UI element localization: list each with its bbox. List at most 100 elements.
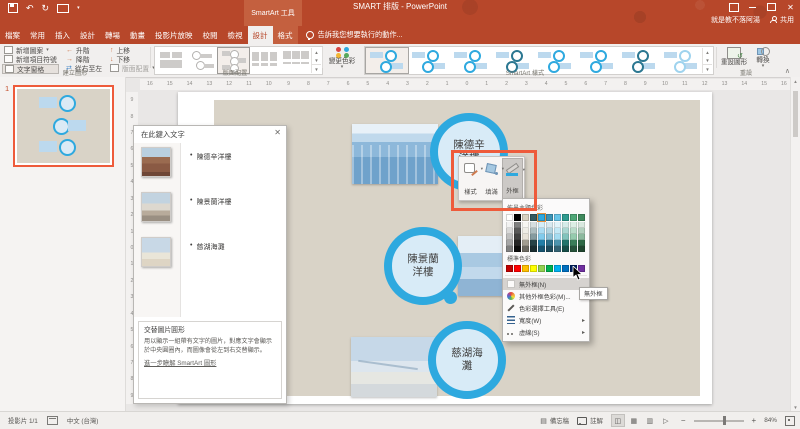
menu-item-weight[interactable]: 寬度(W)▸ [503,314,589,326]
smartart-style-option-6[interactable] [576,48,618,73]
standard-color-swatch-4[interactable] [530,265,537,272]
gallery-scroll-up-icon[interactable]: ▲ [312,48,321,56]
theme-color-swatch-5[interactable] [538,214,545,221]
smartart-style-option-2[interactable] [408,48,450,73]
theme-shade-swatch[interactable] [570,246,577,252]
text-pane-item-2[interactable]: •陳景蘭洋樓 [190,197,231,207]
tab-main-1[interactable]: 插入 [50,26,75,44]
standard-color-swatch-3[interactable] [522,265,529,272]
tab-main-4[interactable]: 動畫 [125,26,150,44]
language-label[interactable]: 中文 (台灣) [67,416,99,425]
share-button[interactable]: 共用 [770,15,794,25]
standard-color-swatch-8[interactable] [562,265,569,272]
close-button[interactable]: ✕ [781,0,800,14]
tab-contextual-0[interactable]: 設計 [248,26,273,44]
smartart-picture-3[interactable] [351,337,437,397]
reading-view-button[interactable]: ▥ [643,414,657,427]
tab-main-3[interactable]: 轉場 [100,26,125,44]
theme-shade-swatch[interactable] [538,246,545,252]
restore-button[interactable] [762,0,781,14]
text-pane-thumbnail-1[interactable] [141,147,171,177]
start-slideshow-icon[interactable] [57,4,69,13]
zoom-level[interactable]: 84% [764,417,777,424]
learn-more-link[interactable]: 進一步瞭解 SmartArt 圖形 [144,359,276,368]
text-pane-item-1[interactable]: •陳德辛洋樓 [190,152,231,162]
collapse-ribbon-icon[interactable]: ∧ [785,67,790,75]
theme-color-swatch-3[interactable] [522,214,529,221]
smartart-picture-1[interactable] [352,124,438,184]
theme-shade-swatch[interactable] [522,246,529,252]
tab-main-7[interactable]: 檢視 [223,26,248,44]
theme-shade-swatch[interactable] [554,246,561,252]
redo-icon[interactable]: ↻ [42,4,50,13]
text-pane-thumbnail-2[interactable] [141,192,171,222]
theme-shade-swatch[interactable] [578,246,585,252]
tab-main-0[interactable]: 常用 [25,26,50,44]
theme-shade-swatch[interactable] [514,246,521,252]
menu-item-eyedropper[interactable]: 色彩選擇工具(E) [503,302,589,314]
theme-shade-swatch[interactable] [506,246,513,252]
shape-style-button[interactable]: ▾ 樣式 [461,158,481,199]
shape-fill-button[interactable]: ▾ 填滿 [481,158,501,199]
scrollbar-thumb[interactable] [793,91,798,137]
zoom-slider-thumb[interactable] [723,416,726,425]
add-bullet-button[interactable]: 新增項目符號 [2,55,59,64]
text-pane-item-3[interactable]: •慈湖海灘 [190,242,224,252]
tab-main-5[interactable]: 投影片放映 [150,26,198,44]
tab-main-6[interactable]: 校閱 [198,26,223,44]
tab-contextual-1[interactable]: 格式 [273,26,298,44]
smartart-style-option-1[interactable] [366,48,408,73]
user-name[interactable]: 就是教不落阿湯 [711,15,760,25]
ribbon-display-options-button[interactable] [724,0,743,14]
gallery-scroll-down-icon[interactable]: ▼ [703,56,712,64]
smartart-style-option-7[interactable] [618,48,660,73]
smartart-style-option-8[interactable] [660,48,702,73]
theme-color-swatch-7[interactable] [554,214,561,221]
standard-color-swatch-1[interactable] [506,265,513,272]
smartart-node-3[interactable]: 慈湖海灘 [428,321,506,399]
text-pane-thumbnail-3[interactable] [141,237,171,267]
theme-color-swatch-9[interactable] [570,214,577,221]
standard-color-swatch-7[interactable] [554,265,561,272]
gallery-more-icon[interactable]: ▼ [703,64,712,73]
fit-to-window-icon[interactable] [785,416,795,426]
minimize-button[interactable] [743,0,762,14]
close-icon[interactable]: ✕ [274,129,281,137]
theme-color-swatch-1[interactable] [506,214,513,221]
theme-color-swatch-6[interactable] [546,214,553,221]
menu-item-palette[interactable]: 其他外框色彩(M)... [503,290,589,302]
undo-icon[interactable]: ↶ [26,4,34,13]
tab-file[interactable]: 檔案 [0,26,25,44]
scroll-down-icon[interactable]: ▼ [791,405,800,410]
standard-color-swatch-5[interactable] [538,265,545,272]
save-icon[interactable] [8,3,18,13]
gallery-scroll-down-icon[interactable]: ▼ [312,56,321,64]
zoom-out-button[interactable]: − [681,416,686,425]
notes-button[interactable]: ▤備忘稿 [540,416,569,425]
standard-color-swatch-6[interactable] [546,265,553,272]
change-colors-button[interactable]: 變更色彩 ▾ [324,46,360,75]
customize-qat-icon[interactable]: ▾ [77,6,80,11]
theme-color-swatch-8[interactable] [562,214,569,221]
smartart-connector-dot[interactable] [444,291,457,304]
normal-view-button[interactable]: ◫ [611,414,625,427]
zoom-in-button[interactable]: + [752,416,757,425]
gallery-more-icon[interactable]: ▼ [312,64,321,73]
gallery-scroll-up-icon[interactable]: ▲ [703,48,712,56]
theme-color-swatch-2[interactable] [514,214,521,221]
standard-color-swatch-2[interactable] [514,265,521,272]
theme-color-swatch-4[interactable] [530,214,537,221]
scroll-up-icon[interactable]: ▲ [791,79,800,84]
theme-shade-swatch[interactable] [530,246,537,252]
tab-main-2[interactable]: 設計 [75,26,100,44]
theme-color-swatch-10[interactable] [578,214,585,221]
slide-thumbnail-selected[interactable] [13,85,114,167]
zoom-slider[interactable] [694,420,744,422]
theme-shade-swatch[interactable] [546,246,553,252]
comments-button[interactable]: 註解 [577,416,603,425]
menu-item-dashes[interactable]: 虛線(S)▸ [503,326,589,338]
slide-sorter-view-button[interactable]: ▦ [627,414,641,427]
slideshow-view-button[interactable]: ▷ [659,414,673,427]
shape-outline-button[interactable]: ▾ 外框 [502,158,522,199]
theme-shade-swatch[interactable] [562,246,569,252]
